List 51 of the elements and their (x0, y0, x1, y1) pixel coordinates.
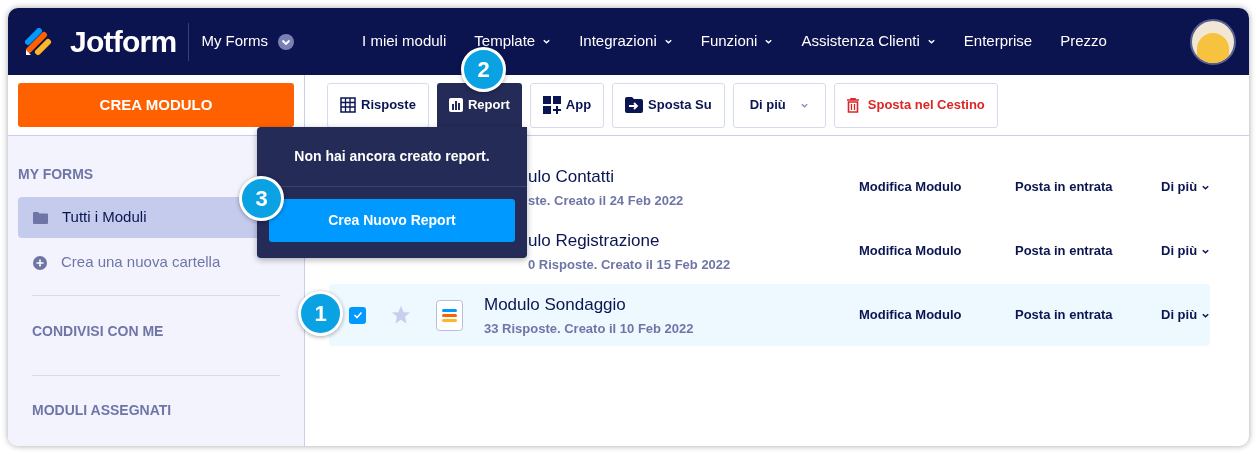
checkbox[interactable] (349, 306, 366, 324)
folder-arrow-icon (625, 97, 644, 113)
form-icon (436, 299, 463, 331)
row-action-link[interactable]: Posta in entrata (1015, 241, 1161, 261)
nav-link[interactable]: Assistenza Clienti (801, 30, 936, 53)
app-grid-icon (542, 96, 561, 114)
chevron-circle-icon (278, 33, 295, 50)
form-meta: 0 Risposte. Creato il 15 Feb 2022 (528, 256, 732, 274)
form-title[interactable]: ulo Registrazione (528, 227, 859, 253)
trash-icon (846, 97, 859, 113)
plus-circle-icon (33, 255, 47, 270)
table-icon (340, 97, 356, 113)
row-action-link[interactable]: Di più (1161, 305, 1211, 325)
toolbar-button[interactable]: Sposta nel Cestino (833, 82, 998, 128)
section-heading[interactable]: CONDIVISI CON ME (32, 320, 164, 342)
toolbar-button[interactable]: Risposte (327, 82, 429, 128)
row-action-link[interactable]: Posta in entrata (1015, 177, 1161, 197)
toolbar-button[interactable]: App (529, 82, 605, 128)
bar-chart-icon (448, 98, 463, 112)
form-meta: 33 Risposte. Creato il 10 Feb 2022 (484, 320, 695, 338)
nav-link[interactable]: Funzioni (700, 30, 774, 53)
section-heading: MY FORMS (18, 165, 95, 184)
nav-link[interactable]: Prezzo (1060, 30, 1107, 53)
form-title[interactable]: Modulo Sondaggio (484, 291, 859, 317)
toolbar-button[interactable]: Di più (732, 82, 826, 128)
logo-icon (25, 27, 53, 56)
nav-link[interactable]: Integrazioni (579, 30, 673, 53)
chevron-down-icon (764, 37, 774, 46)
row-action-link[interactable]: Modifica Modulo (859, 305, 1015, 325)
logo-wordmark[interactable]: Jotform (70, 19, 177, 64)
chevron-down-icon (926, 37, 936, 46)
folder-icon (33, 211, 48, 224)
popover-message: Non hai ancora creato report. (294, 147, 490, 166)
row-action-link[interactable]: Posta in entrata (1015, 305, 1161, 325)
forms-switcher[interactable]: My Forms (201, 30, 295, 53)
form-row[interactable]: Modulo Sondaggio 33 Risposte. Creato il 10 Feb 2022 Modifica Modulo Posta in entrata Di più (329, 284, 1211, 346)
row-action-link[interactable]: Modifica Modulo (859, 241, 1015, 261)
row-action-link[interactable]: Di più (1161, 241, 1211, 261)
form-title[interactable]: ulo Contatti (528, 163, 859, 189)
section-heading[interactable]: MODULI ASSEGNATI (32, 400, 172, 422)
chevron-down-icon (663, 37, 673, 46)
star-icon[interactable] (391, 305, 411, 325)
nav-link[interactable]: Enterprise (963, 30, 1033, 53)
row-action-link[interactable]: Modifica Modulo (859, 177, 1015, 197)
nav-link[interactable]: I miei moduli (362, 30, 447, 53)
avatar[interactable] (1190, 18, 1236, 65)
chevron-down-icon (542, 37, 552, 46)
toolbar-button[interactable]: Sposta Su (612, 82, 725, 128)
form-meta: ste. Creato il 24 Feb 2022 (528, 192, 685, 210)
row-action-link[interactable]: Di più (1161, 177, 1211, 197)
checkmark-icon (352, 310, 363, 320)
